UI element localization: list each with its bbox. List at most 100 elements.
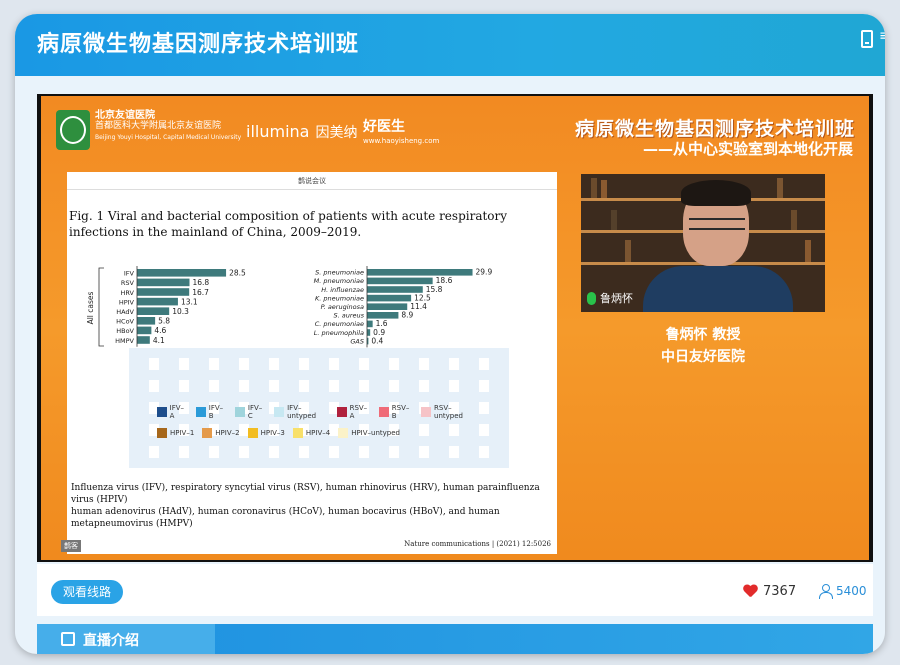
data-label: 16.7 bbox=[192, 288, 209, 297]
tick-label: HRV bbox=[121, 289, 135, 297]
legend-swatch bbox=[338, 428, 349, 438]
video-player[interactable]: 北京友谊医院 首都医科大学附属北京友谊医院 Beijing Youyi Hosp… bbox=[37, 94, 873, 562]
presentation-slide: 北京友谊医院 首都医科大学附属北京友谊医院 Beijing Youyi Hosp… bbox=[41, 96, 869, 560]
data-label: 28.5 bbox=[229, 269, 246, 278]
legend-item: HPIV–untyped bbox=[338, 428, 400, 438]
presenter-video-label: 鲁炳怀 bbox=[587, 290, 633, 306]
tick-label: P. aeruginosa bbox=[321, 303, 364, 311]
data-label: 8.9 bbox=[401, 311, 413, 320]
axis-bracket bbox=[98, 267, 104, 347]
route-button[interactable]: 观看线路 bbox=[51, 580, 124, 604]
tick-label: RSV bbox=[121, 279, 135, 287]
hospital-logo bbox=[56, 110, 90, 150]
microphone-icon bbox=[587, 291, 596, 305]
player-controls: 观看线路 7367 5400 bbox=[37, 564, 873, 616]
tick-label: IFV bbox=[124, 270, 135, 278]
legend-label: HPIV–1 bbox=[170, 429, 195, 437]
legend-swatch bbox=[157, 428, 167, 438]
legend-item: HPIV–3 bbox=[247, 428, 285, 438]
bar bbox=[367, 320, 373, 328]
tick-label: C. pneumoniae bbox=[315, 320, 364, 328]
paper-page: 鹊说会议 Fig. 1 Viral and bacterial composit… bbox=[61, 172, 557, 554]
bar bbox=[137, 307, 170, 315]
bar bbox=[367, 329, 371, 336]
more-menu-icon[interactable]: ≡ bbox=[879, 28, 885, 44]
legend-item: IFV–untyped bbox=[274, 404, 328, 420]
chart-legend: IFV–A IFV–B IFV–C IFV–untyped RSV–A RSV–B RSV–… bbox=[157, 404, 487, 446]
legend-swatch bbox=[379, 407, 389, 417]
like-counter[interactable]: 7367 bbox=[743, 584, 796, 599]
citation: Nature communications | (2021) 12:5026 bbox=[404, 540, 551, 548]
legend-label: HPIV–untyped bbox=[351, 429, 400, 437]
data-label: 10.3 bbox=[172, 307, 189, 316]
bar bbox=[367, 312, 399, 319]
legend-row: HPIV–1 HPIV–2 HPIV–3 HPIV–4 HPIV–untyped bbox=[157, 428, 487, 438]
tick-label: H. influenzae bbox=[321, 286, 364, 294]
tick-label: M. pneumoniae bbox=[314, 277, 364, 285]
figure-caption: Fig. 1 Viral and bacterial composition o… bbox=[69, 209, 508, 239]
slide-subtitle: ——从中心实验室到本地化开展 bbox=[642, 140, 853, 158]
bar bbox=[367, 286, 423, 293]
bar bbox=[137, 278, 190, 287]
legend-item: IFV–C bbox=[235, 404, 266, 420]
tick-label: HCoV bbox=[116, 318, 134, 326]
legend-swatch bbox=[421, 407, 432, 417]
presenter-org: 中日友好医院 bbox=[661, 349, 745, 365]
app-window: 病原微生物基因测序技术培训班 ≡ 北京友谊医院 首都医科大学附属北京友谊医院 B… bbox=[15, 14, 885, 654]
tab-intro[interactable]: 直播介绍 bbox=[37, 624, 215, 654]
tick-label: L. pneumophila bbox=[314, 329, 364, 337]
presenter-name: 鲁炳怀 教授 bbox=[665, 327, 741, 343]
bar bbox=[137, 297, 178, 306]
legend-label: HPIV–3 bbox=[260, 429, 285, 437]
data-label: 16.8 bbox=[193, 278, 210, 287]
legend-label: HPIV–2 bbox=[215, 429, 240, 437]
bar bbox=[367, 303, 408, 310]
data-label: 29.9 bbox=[476, 268, 493, 277]
legend-item: RSV–A bbox=[336, 404, 371, 420]
bar bbox=[137, 336, 150, 344]
title-bar: 病原微生物基因测序技术培训班 ≡ bbox=[15, 14, 885, 76]
legend-label: IFV–C bbox=[247, 404, 263, 420]
tick-label: GAS bbox=[350, 337, 364, 345]
device-icon[interactable] bbox=[861, 30, 873, 48]
tick-label: HPIV bbox=[119, 298, 135, 306]
abbreviation-text: Influenza virus (IFV), respiratory syncy… bbox=[71, 483, 540, 529]
tick-label: S. aureus bbox=[333, 312, 364, 320]
axis-label: All cases bbox=[86, 291, 95, 324]
legend-swatch bbox=[336, 407, 347, 417]
legend-item: RSV–untyped bbox=[421, 404, 479, 420]
legend-item: HPIV–1 bbox=[157, 428, 194, 438]
footer-tag: 鹊客 bbox=[61, 540, 81, 552]
legend-label: IFV–B bbox=[208, 404, 224, 420]
bar bbox=[367, 277, 433, 285]
data-label: 4.6 bbox=[154, 326, 166, 335]
intro-icon bbox=[61, 632, 75, 646]
legend-label: RSV–untyped bbox=[434, 404, 464, 420]
legend-swatch bbox=[247, 428, 258, 438]
legend-label: IFV–untyped bbox=[287, 404, 317, 420]
legend-item: IFV–A bbox=[157, 404, 188, 420]
slide-title: 病原微生物基因测序技术培训班 bbox=[574, 118, 855, 140]
data-label: 4.1 bbox=[153, 336, 165, 345]
legend-swatch bbox=[235, 407, 245, 417]
bar bbox=[137, 326, 152, 335]
data-label: 13.1 bbox=[181, 297, 198, 306]
window-title: 病原微生物基因测序技术培训班 bbox=[37, 32, 360, 57]
tick-label: HAdV bbox=[116, 308, 134, 316]
viewer-counter: 5400 bbox=[819, 584, 867, 599]
tick-label: HMPV bbox=[115, 337, 134, 345]
legend-swatch bbox=[196, 407, 206, 417]
legend-row: IFV–A IFV–B IFV–C IFV–untyped RSV–A RSV–B RSV–… bbox=[157, 404, 487, 420]
bar bbox=[137, 269, 227, 277]
legend-item: RSV–B bbox=[379, 404, 413, 420]
tick-label: S. pneumoniae bbox=[315, 269, 364, 277]
heart-icon[interactable] bbox=[743, 585, 757, 598]
bar bbox=[367, 294, 412, 302]
illumina-logo: illumina 因美纳 bbox=[246, 122, 358, 141]
tick-label: HBoV bbox=[116, 327, 134, 335]
legend-label: RSV–B bbox=[391, 404, 410, 420]
tab-bar: 直播介绍 bbox=[37, 624, 873, 654]
paper-topic: 鹊说会议 bbox=[67, 176, 557, 190]
tick-label: K. pneumoniae bbox=[315, 294, 364, 302]
legend-swatch bbox=[292, 428, 303, 438]
